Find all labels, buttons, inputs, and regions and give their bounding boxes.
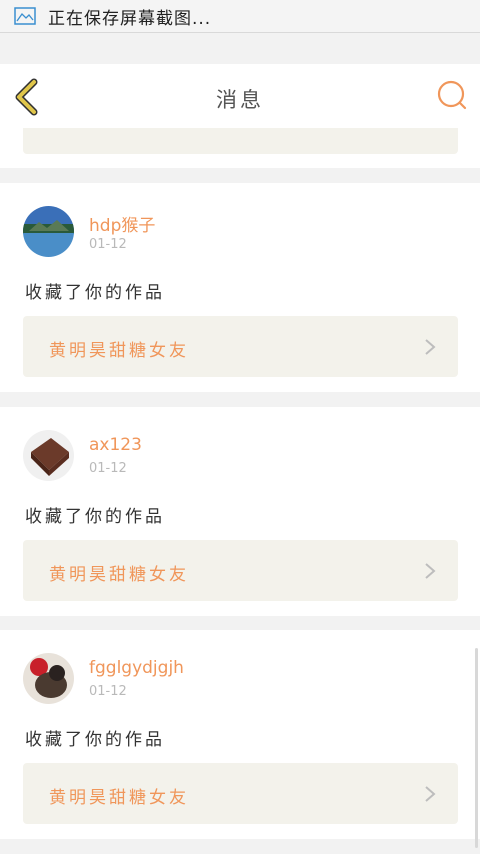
- chevron-right-icon: [425, 786, 436, 802]
- status-bar: 正在保存屏幕截图...: [0, 0, 480, 33]
- work-title: 黄明昊甜糖女友: [49, 788, 189, 808]
- message-date: 01-12: [89, 461, 127, 476]
- avatar[interactable]: [23, 206, 74, 257]
- username[interactable]: fgglgydjgjh: [89, 658, 184, 678]
- message-date: 01-12: [89, 684, 127, 699]
- header: 消息: [0, 64, 480, 128]
- page-title: 消息: [216, 88, 264, 112]
- message-card: fgglgydjgjh 01-12 收藏了你的作品 黄明昊甜糖女友: [0, 630, 480, 839]
- chevron-right-icon: [425, 339, 436, 355]
- username[interactable]: hdp猴子: [89, 211, 155, 236]
- scrollbar[interactable]: [475, 648, 478, 848]
- message-action: 收藏了你的作品: [25, 283, 165, 303]
- message-card: ax123 01-12 收藏了你的作品 黄明昊甜糖女友: [0, 407, 480, 616]
- message-action: 收藏了你的作品: [25, 730, 165, 750]
- username[interactable]: ax123: [89, 435, 142, 455]
- avatar[interactable]: [23, 653, 74, 704]
- work-title: 黄明昊甜糖女友: [49, 341, 189, 361]
- message-action: 收藏了你的作品: [25, 507, 165, 527]
- work-link[interactable]: 黄明昊甜糖女友: [23, 540, 458, 601]
- message-date: 01-12: [89, 237, 127, 252]
- work-title: 黄明昊甜糖女友: [49, 565, 189, 585]
- chevron-right-icon: [425, 563, 436, 579]
- search-icon[interactable]: [436, 79, 468, 111]
- screenshot-icon: [14, 7, 36, 25]
- partial-message-card: [0, 102, 480, 168]
- status-text: 正在保存屏幕截图...: [48, 8, 212, 29]
- avatar[interactable]: [23, 430, 74, 481]
- work-link[interactable]: 黄明昊甜糖女友: [23, 763, 458, 824]
- message-card: hdp猴子 01-12 收藏了你的作品 黄明昊甜糖女友: [0, 183, 480, 392]
- work-link[interactable]: 黄明昊甜糖女友: [23, 316, 458, 377]
